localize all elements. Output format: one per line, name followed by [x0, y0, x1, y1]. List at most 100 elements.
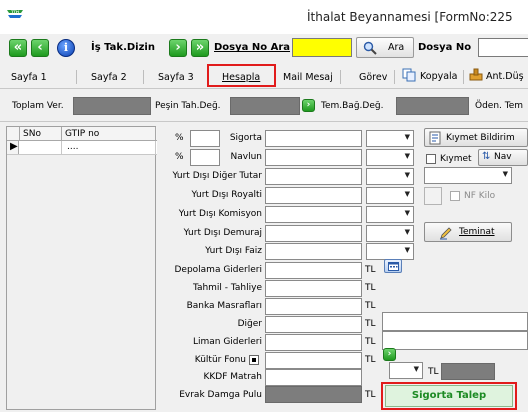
kultur-checkbox[interactable] [249, 355, 259, 365]
tab-sayfa-2[interactable]: Sayfa 2 [91, 72, 127, 83]
evrak-tl: TL [365, 390, 376, 400]
yd-faiz-input[interactable] [265, 243, 362, 260]
ara-label: Ara [388, 42, 405, 53]
sigorta-currency-select[interactable] [366, 130, 414, 147]
oden-tem-label: Öden. Tem [475, 101, 524, 111]
navlun-pct-input[interactable] [190, 149, 220, 166]
yd-demuraj-input[interactable] [265, 225, 362, 242]
yd-royalti-currency-select[interactable] [366, 187, 414, 204]
column-sno[interactable]: SNo [23, 129, 41, 139]
tahmil-input[interactable] [265, 280, 362, 297]
diger-label: Diğer [237, 319, 262, 329]
yd-komisyon-currency-select[interactable] [366, 206, 414, 223]
dosya-no-ara-input[interactable] [292, 38, 352, 57]
pen-icon [440, 227, 452, 240]
nf-kilo-checkbox[interactable] [450, 191, 460, 201]
yd-royalti-label: Yurt Dışı Royalti [191, 190, 262, 200]
sigorta-pct-input[interactable] [190, 130, 220, 147]
yd-komisyon-input[interactable] [265, 206, 362, 223]
kiymet-label: Kıymet [440, 154, 472, 164]
kkdf-tl: TL [428, 367, 439, 377]
banka-tl: TL [365, 301, 376, 311]
kiymet-select[interactable] [424, 167, 512, 184]
kultur-arrow-button[interactable]: › [383, 348, 396, 361]
yd-faiz-currency-select[interactable] [366, 243, 414, 260]
kultur-tl: TL [365, 355, 376, 365]
first-record-button[interactable]: « [9, 39, 27, 57]
diger-aciklama-input[interactable] [382, 312, 528, 331]
calendar-icon [388, 262, 399, 271]
kiymet-bildirim-button[interactable]: Kıymet Bildirim [424, 128, 528, 147]
navlun-currency-select[interactable] [366, 149, 414, 166]
cell-gtip: .... [67, 142, 79, 152]
yd-faiz-label: Yurt Dışı Faiz [205, 246, 262, 256]
ara-button[interactable]: Ara [356, 37, 414, 58]
is-takip-dizin-label: İş Tak.Dizin [91, 42, 155, 53]
yd-diger-label: Yurt Dışı Diğer Tutar [172, 171, 262, 181]
teminat-button[interactable]: Teminat [424, 222, 512, 242]
nav-button[interactable]: ⇅ Nav [478, 149, 528, 166]
kiymet-bildirim-label: Kıymet Bildirim [446, 133, 515, 143]
info-icon[interactable]: i [57, 39, 75, 57]
calendar-button[interactable] [384, 259, 402, 273]
yd-diger-currency-select[interactable] [366, 168, 414, 185]
banka-label: Banka Masrafları [186, 301, 262, 311]
app-logo-icon: TTH [6, 6, 24, 22]
sigorta-input[interactable] [265, 130, 362, 147]
prev-record-button[interactable]: ‹ [31, 39, 49, 57]
yd-komisyon-label: Yurt Dışı Komisyon [178, 209, 262, 219]
navlun-label: Navlun [230, 152, 262, 162]
sigorta-label: Sigorta [229, 133, 262, 143]
nf-kilo-label: NF Kilo [464, 191, 496, 201]
last-record-button[interactable]: » [191, 39, 209, 57]
tab-mail-mesaj[interactable]: Mail Mesaj [283, 72, 333, 83]
kkdf-currency-select[interactable] [389, 362, 423, 379]
liman-tl: TL [365, 337, 376, 347]
toplam-ver-label: Toplam Ver. [12, 101, 64, 111]
kultur-label: Kültür Fonu [194, 355, 246, 365]
toplam-ver-field [73, 97, 151, 115]
hesapla-highlight [207, 64, 276, 87]
liman-input[interactable] [265, 334, 362, 351]
kkdf-label: KKDF Matrah [203, 372, 263, 382]
table-row[interactable]: ▶ .... [7, 141, 157, 155]
next-record-button[interactable]: › [169, 39, 187, 57]
column-gtip[interactable]: GTIP no [65, 129, 99, 139]
grid-header: SNo GTIP no [7, 127, 157, 141]
tem-bag-label: Tem.Bağ.Değ. [321, 101, 384, 111]
liman-aciklama-input[interactable] [382, 331, 528, 350]
yd-demuraj-currency-select[interactable] [366, 225, 414, 242]
nav-label: Nav [494, 152, 512, 162]
svg-text:TTH: TTH [11, 9, 19, 14]
yd-diger-input[interactable] [265, 168, 362, 185]
stamp-icon [469, 68, 483, 81]
nav-icon: ⇅ [482, 151, 491, 162]
diger-input[interactable] [265, 316, 362, 333]
tab-gorev[interactable]: Görev [359, 72, 387, 83]
tahmil-label: Tahmil - Tahliye [192, 283, 262, 293]
dosya-no-input[interactable] [478, 38, 528, 57]
yd-demuraj-label: Yurt Dışı Demuraj [183, 228, 262, 238]
depolama-input[interactable] [265, 262, 362, 279]
dosya-no-label: Dosya No [418, 42, 472, 53]
kkdf-input[interactable] [265, 369, 362, 386]
kultur-input[interactable] [265, 352, 362, 369]
banka-input[interactable] [265, 298, 362, 315]
navlun-pct-label: % [175, 152, 184, 162]
tab-sayfa-1[interactable]: Sayfa 1 [11, 72, 47, 83]
pesin-tah-arrow-button[interactable]: › [302, 99, 315, 112]
tem-bag-field [396, 97, 469, 115]
tab-kopyala[interactable]: Kopyala [420, 71, 458, 82]
magnifier-icon [363, 41, 377, 55]
tab-ant-dus[interactable]: Ant.Düş [486, 71, 524, 82]
sigorta-talep-button[interactable]: Sigorta Talep [385, 385, 513, 407]
liman-label: Liman Giderleri [192, 337, 262, 347]
gtip-grid[interactable]: SNo GTIP no ▶ .... [6, 126, 157, 410]
tab-divider [143, 70, 144, 84]
kiymet-checkbox[interactable] [426, 154, 436, 164]
navlun-input[interactable] [265, 149, 362, 166]
yd-royalti-input[interactable] [265, 187, 362, 204]
tab-sayfa-3[interactable]: Sayfa 3 [158, 72, 194, 83]
evrak-label: Evrak Damga Pulu [179, 390, 262, 400]
kkdf-tl-field [441, 363, 495, 380]
